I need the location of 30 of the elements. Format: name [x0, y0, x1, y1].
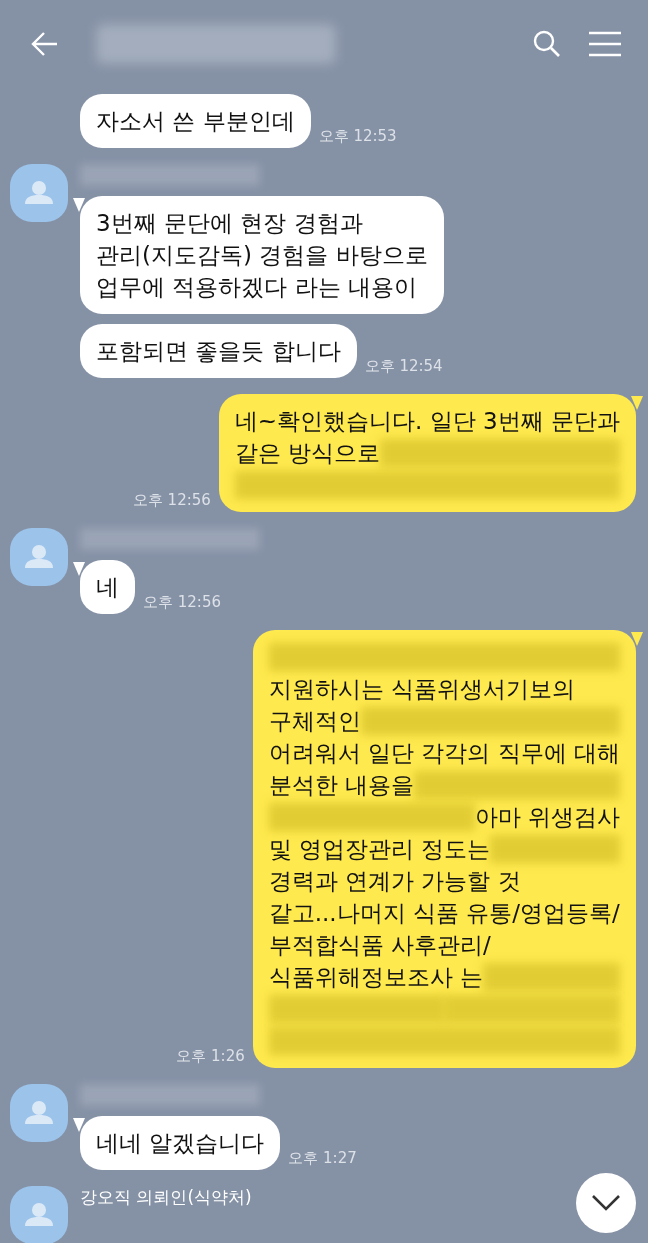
message-text: 어려워서 일단 각각의 직무에 대해: [268, 739, 620, 768]
message-time: 오후 12:56: [132, 491, 211, 510]
message-text: 같은 방식으로: [234, 439, 381, 468]
avatar-icon[interactable]: [10, 1186, 68, 1243]
message-text: 분석한 내용을: [268, 771, 415, 800]
message-time: 오후 12:54: [364, 357, 443, 376]
message-time: 오후 12:53: [318, 127, 397, 146]
message-text: 경력과 연계가 가능할 것: [268, 867, 521, 896]
avatar-icon[interactable]: [10, 1084, 68, 1142]
message-text: 지원하시는 식품위생서기보의: [268, 675, 576, 704]
message-time: 오후 1:26: [176, 1047, 245, 1066]
scroll-down-button[interactable]: [576, 1173, 636, 1233]
message-time: 오후 12:56: [143, 593, 221, 612]
message-text: 자소서 쓴 부분인데: [96, 108, 295, 134]
avatar-icon[interactable]: [10, 164, 68, 222]
message-text: 네네 알겠습니다: [96, 1130, 265, 1156]
message-text: 3번째 문단에 현장 경험과 관리(지도감독) 경험을 바탕으로 업무에 적용하겠다 라는 내용이: [96, 210, 428, 300]
message-text: 포함되면 좋을듯 합니다: [96, 338, 341, 364]
message-text: 구체적인: [268, 707, 361, 736]
sender-name: 강오직 의뢰인(식약처): [80, 1186, 252, 1208]
message-text: 부적합식품 사후관리/: [268, 931, 491, 960]
message-text: 네: [96, 574, 119, 600]
message-text: 같고...나머지 식품 유통/영업등록/: [268, 899, 620, 928]
avatar-icon[interactable]: [10, 528, 68, 586]
message-text: 아마 위생검사: [474, 803, 620, 832]
message-text: 네~확인했습니다. 일단 3번째 문단과: [234, 407, 620, 436]
message-text: 및 영업장관리 정도는: [268, 835, 491, 864]
message-text: 식품위해정보조사 는: [268, 963, 484, 992]
chevron-down-icon: [591, 1194, 621, 1212]
message-time: 오후 1:27: [288, 1149, 357, 1168]
